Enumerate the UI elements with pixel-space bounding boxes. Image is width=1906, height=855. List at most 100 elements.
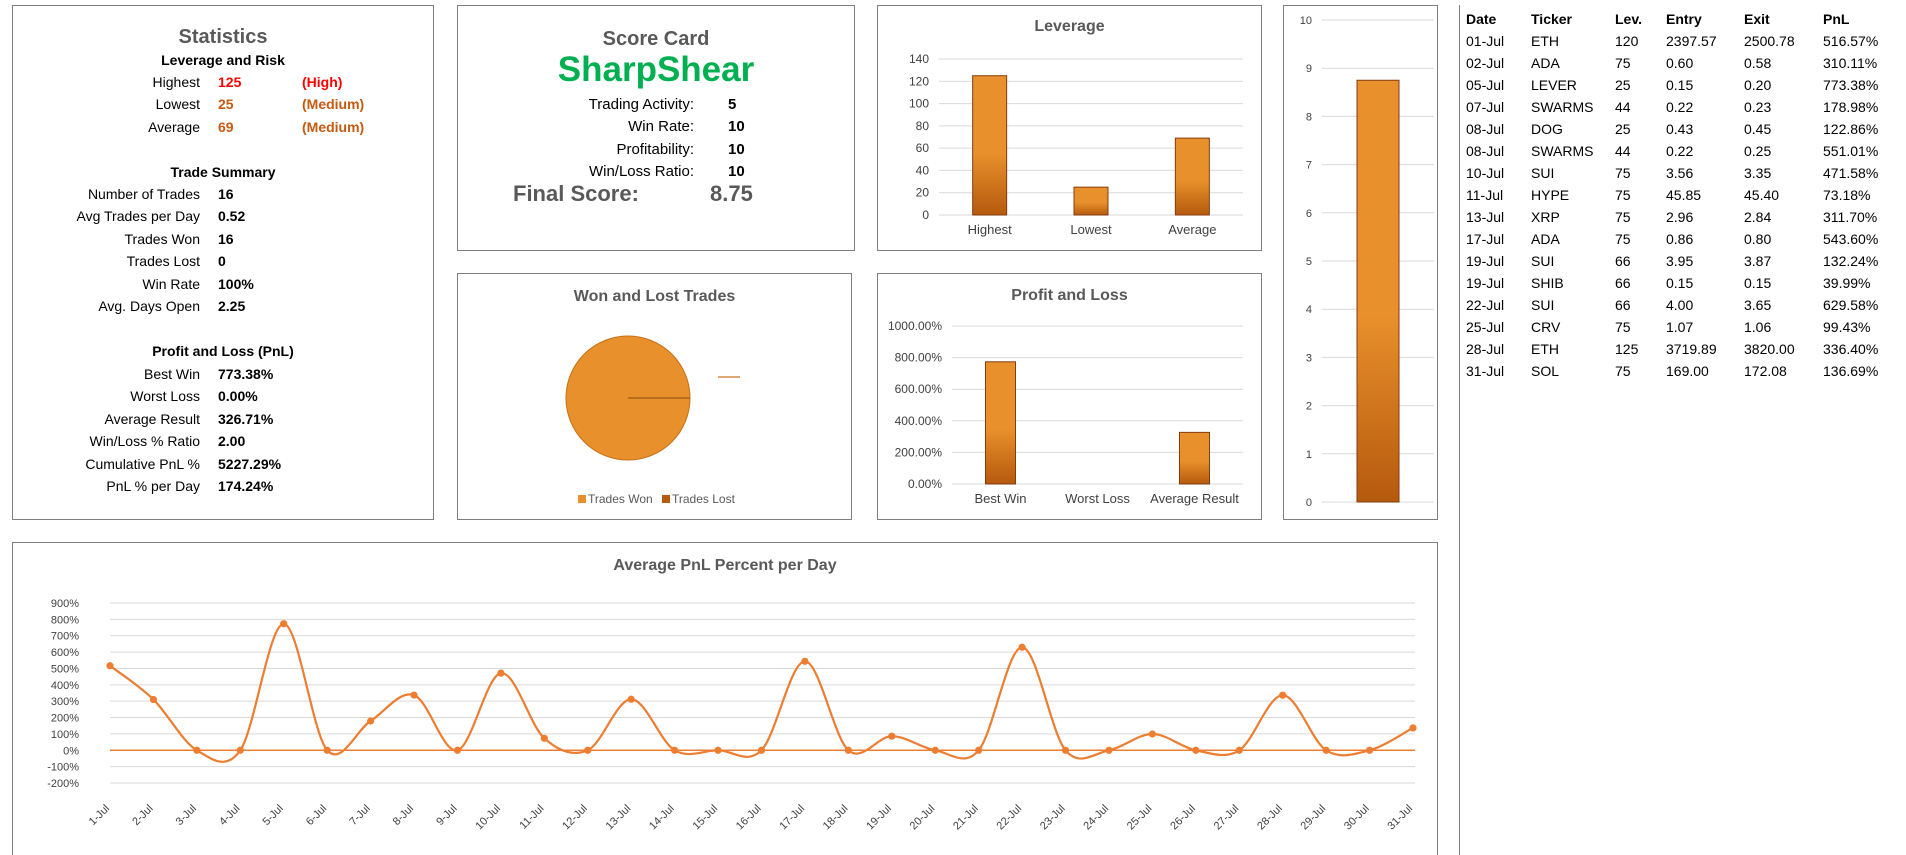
data-point (627, 695, 635, 703)
table-cell: 75 (1615, 363, 1631, 379)
data-point (540, 734, 548, 742)
table-cell: ETH (1531, 33, 1559, 49)
data-point (323, 746, 331, 754)
table-cell: 551.01% (1823, 143, 1879, 159)
legend-swatch (578, 495, 586, 503)
table-cell: 311.70% (1823, 209, 1878, 225)
stat-row: Avg Trades per Day 0.52 (13, 208, 433, 228)
y-tick-label: 40 (916, 163, 930, 177)
stat-row: Highest 125 (High) (13, 74, 433, 94)
x-tick-label: Lowest (1070, 222, 1112, 237)
statistics-title: Statistics (178, 26, 268, 48)
x-tick-label: 8-Jul (391, 803, 416, 828)
y-tick-label: 600% (51, 647, 79, 659)
stat-label: Avg Trades per Day (76, 208, 200, 225)
stat-label: Best Win (143, 366, 200, 382)
table-cell: 122.86% (1823, 121, 1879, 137)
table-cell: 66 (1615, 253, 1631, 269)
x-tick-label: 21-Jul (951, 803, 981, 833)
bar (1073, 186, 1109, 216)
table-cell: 0.15 (1666, 77, 1694, 93)
table-cell: 75 (1615, 187, 1631, 203)
y-tick-label: 100 (909, 97, 929, 111)
statistics-panel: Statistics Leverage and Risk Highest 125 (… (12, 5, 434, 520)
data-point (757, 746, 766, 754)
table-cell: 629.58% (1823, 297, 1879, 313)
scorecard-panel: Score Card SharpShear Trading Activity: 5… (457, 5, 855, 251)
stat-value: 0.00% (218, 388, 258, 405)
table-cell: SWARMS (1531, 99, 1594, 115)
stat-label: Average (148, 118, 200, 135)
table-cell: 0.43 (1666, 121, 1694, 137)
legend-label: Trades Won (588, 492, 653, 506)
x-tick-label: 26-Jul (1168, 803, 1198, 833)
data-point (1061, 746, 1070, 754)
table-cell: 75 (1615, 209, 1631, 225)
column-header: Date (1466, 11, 1497, 27)
risk-tag: (High) (302, 74, 343, 90)
table-cell: 75 (1615, 165, 1631, 181)
table-cell: 1.07 (1666, 319, 1694, 335)
x-tick-label: 12-Jul (560, 803, 590, 833)
y-tick-label: 600.00% (895, 382, 943, 396)
stat-value: 100% (218, 275, 254, 292)
table-row: 08-Jul SWARMS 44 0.22 0.25 551.01% (1463, 140, 1890, 162)
data-point (149, 695, 158, 704)
table-cell: 3719.89 (1666, 341, 1717, 357)
x-tick-label: 4-Jul (217, 803, 242, 828)
avg-pnl-chart-panel: Average PnL Percent per Day -200% -100% 0%… (12, 542, 1438, 855)
stat-value: 773.38% (218, 366, 274, 382)
table-cell: SHIB (1531, 275, 1564, 291)
y-tick-label: 140 (909, 52, 929, 66)
table-cell: SUI (1531, 297, 1555, 313)
x-tick-label: 19-Jul (864, 803, 894, 833)
y-tick-label: 900% (51, 598, 79, 610)
x-tick-label: 29-Jul (1299, 803, 1329, 833)
table-row: 10-Jul SUI 75 3.56 3.35 471.58% (1463, 162, 1890, 184)
y-tick-label: 10 (1300, 15, 1312, 27)
y-tick-label: 100% (51, 729, 79, 741)
stat-row: Trades Lost 0 (13, 253, 433, 273)
table-cell: 75 (1615, 55, 1631, 71)
stat-value: 16 (218, 186, 234, 202)
table-cell: 0.22 (1666, 143, 1694, 159)
table-row: 19-Jul SUI 66 3.95 3.87 132.24% (1463, 250, 1890, 272)
table-cell: SUI (1531, 165, 1555, 181)
score-row: Profitability: 10 (458, 141, 854, 161)
data-point (1235, 746, 1243, 754)
table-cell: SOL (1531, 363, 1560, 379)
pnl-chart-panel: Profit and Loss 0.00% 200.00% 400.00% 600.0… (877, 273, 1262, 520)
table-cell: 10-Jul (1466, 165, 1505, 181)
data-point (671, 746, 679, 754)
data-point (367, 717, 375, 725)
y-tick-label: 3 (1306, 352, 1312, 364)
x-tick-label: 31-Jul (1385, 803, 1415, 833)
stat-value: 0.52 (218, 208, 246, 225)
x-tick-label: 25-Jul (1125, 803, 1155, 833)
stat-value: 69 (218, 118, 234, 135)
column-header: Ticker (1531, 11, 1572, 27)
x-tick-label: 17-Jul (777, 803, 807, 833)
x-tick-label: 28-Jul (1255, 803, 1285, 833)
table-cell: 75 (1615, 319, 1631, 335)
stat-value: 16 (218, 230, 234, 247)
stat-row: Average 69 (Medium) (13, 119, 433, 139)
table-cell: 05-Jul (1466, 77, 1505, 93)
table-cell: 99.43% (1823, 319, 1871, 335)
x-tick-label: Best Win (974, 491, 1026, 506)
bar (985, 361, 1016, 485)
score-value: 5 (728, 96, 737, 113)
stat-row: Avg. Days Open 2.25 (13, 298, 433, 318)
data-point (1322, 746, 1330, 754)
y-tick-label: 200% (51, 713, 79, 725)
stat-label: Win Rate (142, 275, 200, 292)
series-line (109, 622, 1414, 763)
score-label: Win/Loss Ratio: (588, 162, 694, 180)
stat-row: Average Result 326.71% (13, 411, 433, 431)
data-point (410, 691, 418, 699)
table-cell: 3.56 (1666, 165, 1694, 181)
stat-label: Trades Won (124, 230, 200, 247)
pnl-heading: Profit and Loss (PnL) (152, 343, 294, 359)
table-cell: 2.84 (1744, 209, 1772, 225)
stat-row: Number of Trades 16 (13, 186, 433, 206)
